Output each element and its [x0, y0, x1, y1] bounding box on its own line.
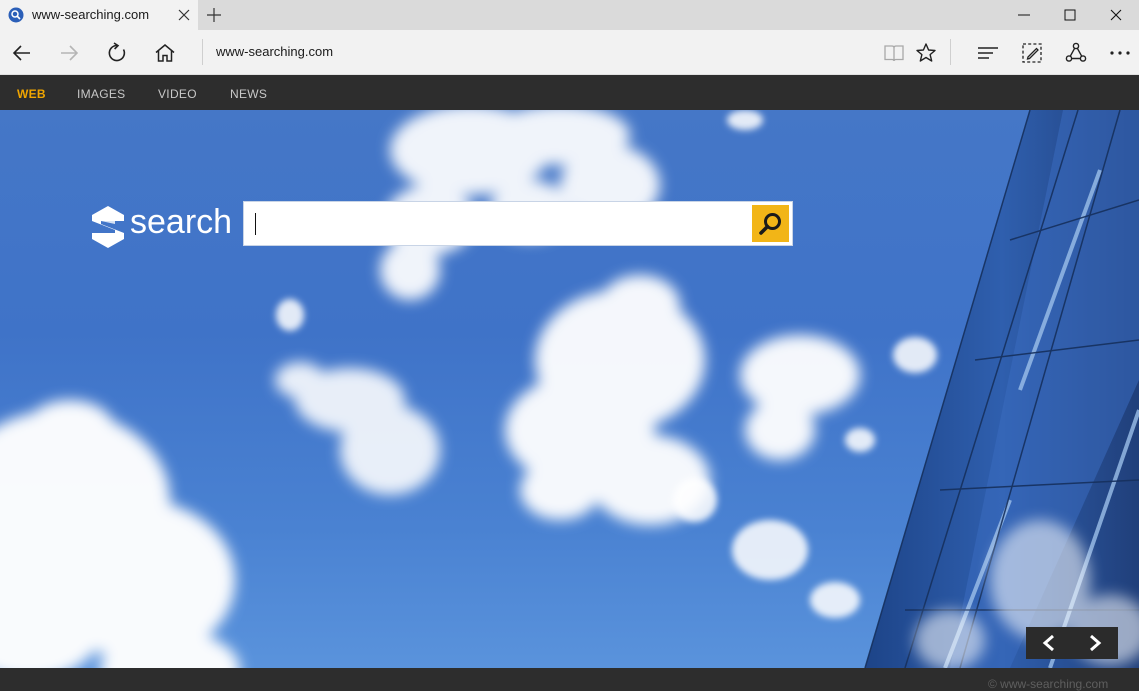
- web-note-icon: [1022, 43, 1042, 63]
- close-icon: [1110, 9, 1122, 21]
- share-icon: [1065, 42, 1087, 62]
- tab-strip: www-searching.com: [0, 0, 1139, 30]
- search-input[interactable]: [252, 206, 747, 241]
- more-icon: [1110, 51, 1130, 55]
- minimize-button[interactable]: [1001, 0, 1047, 30]
- site-footer: © www-searching.com: [0, 668, 1139, 691]
- back-icon: [12, 45, 30, 61]
- search-box: [243, 201, 793, 246]
- browser-tab[interactable]: www-searching.com: [0, 0, 198, 30]
- sky-building-image: [0, 110, 1139, 668]
- web-note-button[interactable]: [1020, 41, 1044, 65]
- browser-toolbar: www-searching.com: [0, 30, 1139, 75]
- more-button[interactable]: [1108, 41, 1132, 65]
- nav-images[interactable]: IMAGES: [77, 87, 125, 101]
- maximize-button[interactable]: [1047, 0, 1093, 30]
- previous-background-button[interactable]: [1026, 627, 1072, 659]
- text-caret: [255, 213, 256, 235]
- address-bar[interactable]: www-searching.com: [216, 44, 333, 59]
- new-tab-icon[interactable]: [206, 7, 222, 23]
- toolbar-divider: [950, 39, 951, 65]
- tab-title: www-searching.com: [32, 7, 150, 22]
- site-logo[interactable]: search: [90, 203, 233, 251]
- close-window-button[interactable]: [1093, 0, 1139, 30]
- search-icon: [759, 213, 781, 235]
- nav-news[interactable]: NEWS: [230, 87, 267, 101]
- next-background-button[interactable]: [1072, 627, 1118, 659]
- favorite-star-icon: [916, 43, 936, 62]
- nav-video[interactable]: VIDEO: [158, 87, 197, 101]
- favorite-button[interactable]: [914, 41, 938, 65]
- copyright-text: © www-searching.com: [988, 677, 1109, 691]
- logo-text: search: [130, 203, 233, 241]
- chevron-left-icon: [1042, 634, 1054, 652]
- home-icon: [155, 44, 175, 62]
- home-button[interactable]: [153, 41, 177, 65]
- minimize-icon: [1018, 14, 1030, 16]
- s-logo-icon: [92, 206, 124, 248]
- reading-view-button[interactable]: [882, 41, 906, 65]
- back-button[interactable]: [10, 41, 34, 65]
- nav-web[interactable]: WEB: [17, 87, 46, 101]
- site-nav: WEB IMAGES VIDEO NEWS: [0, 75, 1139, 110]
- maximize-icon: [1064, 9, 1076, 21]
- hub-button[interactable]: [976, 41, 1000, 65]
- chevron-right-icon: [1090, 634, 1102, 652]
- address-divider: [202, 39, 203, 65]
- hub-icon: [978, 47, 998, 59]
- close-tab-icon[interactable]: [177, 8, 191, 22]
- reading-view-icon: [884, 45, 904, 62]
- search-globe-icon: [8, 7, 24, 23]
- hero-background: search: [0, 110, 1139, 668]
- forward-button[interactable]: [57, 41, 81, 65]
- search-button[interactable]: [752, 205, 789, 242]
- refresh-button[interactable]: [105, 41, 129, 65]
- forward-icon: [61, 45, 79, 61]
- refresh-icon: [108, 42, 126, 62]
- background-slider-controls: [1026, 627, 1118, 659]
- share-button[interactable]: [1064, 41, 1088, 65]
